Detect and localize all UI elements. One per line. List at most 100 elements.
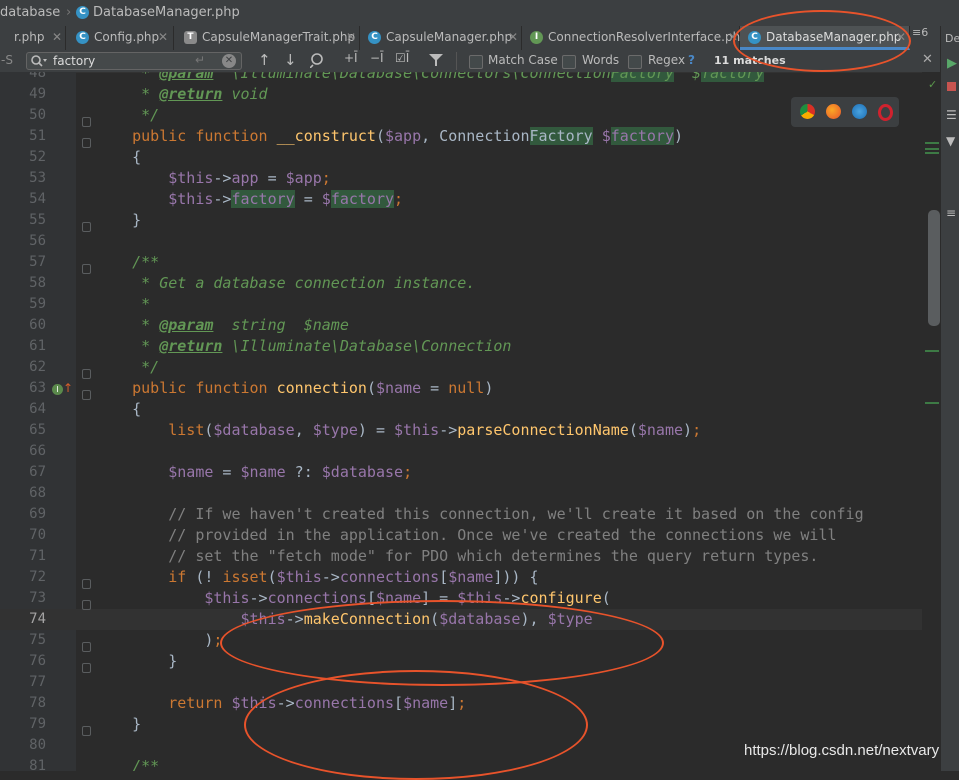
tool-window-label[interactable]: De [945, 32, 959, 45]
error-stripe[interactable]: ✓ [922, 72, 940, 771]
close-icon[interactable]: ✕ [346, 26, 356, 48]
line-number[interactable]: 48 [0, 72, 46, 84]
prev-occurrence-icon[interactable]: ↑ [258, 51, 271, 69]
line-number[interactable]: 67 [0, 462, 46, 483]
line-number[interactable]: 52 [0, 147, 46, 168]
line-number[interactable]: 63 [0, 378, 46, 399]
code-line[interactable]: 62 */ [0, 357, 940, 378]
close-icon[interactable]: ✕ [896, 26, 906, 48]
opera-icon[interactable] [878, 104, 893, 121]
code-line[interactable]: 74 $this->makeConnection($database), $ty… [0, 609, 940, 630]
implements-icon[interactable]: I [52, 384, 63, 395]
stop-icon[interactable] [947, 82, 956, 91]
code-line[interactable]: 71 // set the "fetch mode" for PDO which… [0, 546, 940, 567]
code-line[interactable]: 72 if (! isset($this->connections[$name]… [0, 567, 940, 588]
code-line[interactable]: 64 { [0, 399, 940, 420]
line-number[interactable]: 70 [0, 525, 46, 546]
next-occurrence-icon[interactable]: ↓ [284, 51, 297, 69]
line-number[interactable]: 66 [0, 441, 46, 462]
close-icon[interactable]: ✕ [728, 26, 738, 48]
fold-marker[interactable] [82, 642, 91, 652]
match-marker[interactable] [925, 152, 939, 154]
close-icon[interactable]: ✕ [922, 52, 933, 67]
scrollbar-thumb[interactable] [928, 210, 940, 326]
line-number[interactable]: 61 [0, 336, 46, 357]
line-number[interactable]: 56 [0, 231, 46, 252]
regex-help-icon[interactable]: ? [688, 53, 695, 67]
line-number[interactable]: 54 [0, 189, 46, 210]
firefox-icon[interactable] [826, 104, 841, 119]
code-line[interactable]: 76 } [0, 651, 940, 672]
code-line[interactable]: 66 [0, 441, 940, 462]
code-line[interactable]: 56 [0, 231, 940, 252]
line-number[interactable]: 57 [0, 252, 46, 273]
code-line[interactable]: 65 list ($database, $type) = $this->parse… [0, 420, 940, 441]
code-line[interactable]: 70 // provided in the application. Once … [0, 525, 940, 546]
tab-connectionresolverinterface-php[interactable]: I ConnectionResolverInterface.php ✕ [522, 26, 748, 50]
line-number[interactable]: 78 [0, 693, 46, 714]
line-number[interactable]: 49 [0, 84, 46, 105]
code-line[interactable]: 55 } [0, 210, 940, 231]
layout-icon[interactable]: ☰ [946, 108, 957, 122]
code-line[interactable]: 75 ); [0, 630, 940, 651]
code-line[interactable]: 57 /** [0, 252, 940, 273]
line-number[interactable]: 69 [0, 504, 46, 525]
match-marker[interactable] [925, 402, 939, 404]
line-number[interactable]: 50 [0, 105, 46, 126]
breadcrumb-folder[interactable]: database [0, 5, 60, 20]
line-number[interactable]: 81 [0, 756, 46, 771]
line-number[interactable]: 51 [0, 126, 46, 147]
breadcrumb-file[interactable]: DatabaseManager.php [93, 5, 240, 20]
code-line[interactable]: 69 // If we haven't created this connect… [0, 504, 940, 525]
code-line[interactable]: 48 * @param \Illuminate\Database\Connect… [0, 72, 940, 84]
line-number[interactable]: 75 [0, 630, 46, 651]
words-checkbox[interactable] [562, 55, 576, 69]
line-number[interactable]: 71 [0, 546, 46, 567]
fold-marker[interactable] [82, 264, 91, 274]
match-case-checkbox[interactable] [469, 55, 483, 69]
tab-capsulemanagertrait-php[interactable]: T CapsuleManagerTrait.php ✕ [174, 26, 360, 50]
tab-config-php[interactable]: C Config.php ✕ [66, 26, 174, 50]
fold-marker[interactable] [82, 579, 91, 589]
close-icon[interactable]: ✕ [158, 26, 168, 48]
code-line[interactable]: 79 } [0, 714, 940, 735]
safari-icon[interactable] [852, 104, 867, 119]
code-line[interactable]: 53 $this->app = $app; [0, 168, 940, 189]
fold-marker[interactable] [82, 726, 91, 736]
line-number[interactable]: 53 [0, 168, 46, 189]
filter-icon[interactable]: ▼ [946, 134, 955, 148]
code-line[interactable]: 52 { [0, 147, 940, 168]
run-icon[interactable]: ▶ [947, 56, 957, 71]
code-line[interactable]: 68 [0, 483, 940, 504]
line-number[interactable]: 59 [0, 294, 46, 315]
line-number[interactable]: 58 [0, 273, 46, 294]
code-line[interactable]: 58 * Get a database connection instance. [0, 273, 940, 294]
line-number[interactable]: 80 [0, 735, 46, 756]
search-input[interactable]: factory ↵ ✕ [26, 52, 242, 70]
align-icon[interactable]: ≡ [946, 206, 956, 220]
code-line[interactable]: 67 $name = $name ?: $database; [0, 462, 940, 483]
fold-marker[interactable] [82, 663, 91, 673]
code-line[interactable]: 51 public function __construct($app, Con… [0, 126, 940, 147]
code-line[interactable]: 60 * @param string $name [0, 315, 940, 336]
fold-marker[interactable] [82, 369, 91, 379]
clear-icon[interactable]: ✕ [222, 54, 236, 68]
line-number[interactable]: 65 [0, 420, 46, 441]
code-line[interactable]: 78 return $this->connections[$name]; [0, 693, 940, 714]
line-number[interactable]: 74 [0, 609, 46, 630]
close-icon[interactable]: ✕ [508, 26, 518, 48]
code-line[interactable]: 61 * @return \Illuminate\Database\Connec… [0, 336, 940, 357]
line-number[interactable]: 68 [0, 483, 46, 504]
tab-overflow-button[interactable]: ≡6 [912, 26, 928, 39]
line-number[interactable]: 73 [0, 588, 46, 609]
fold-marker[interactable] [82, 138, 91, 148]
fold-marker[interactable] [82, 390, 91, 400]
tab-databasemanager-php[interactable]: C DatabaseManager.php ✕ [740, 26, 910, 50]
select-all-icon[interactable]: ☑Ī [395, 51, 409, 65]
line-number[interactable]: 55 [0, 210, 46, 231]
match-marker[interactable] [925, 142, 939, 144]
line-number[interactable]: 79 [0, 714, 46, 735]
add-selection-icon[interactable]: +Ī [344, 51, 358, 65]
match-marker[interactable] [925, 148, 939, 150]
line-number[interactable]: 64 [0, 399, 46, 420]
